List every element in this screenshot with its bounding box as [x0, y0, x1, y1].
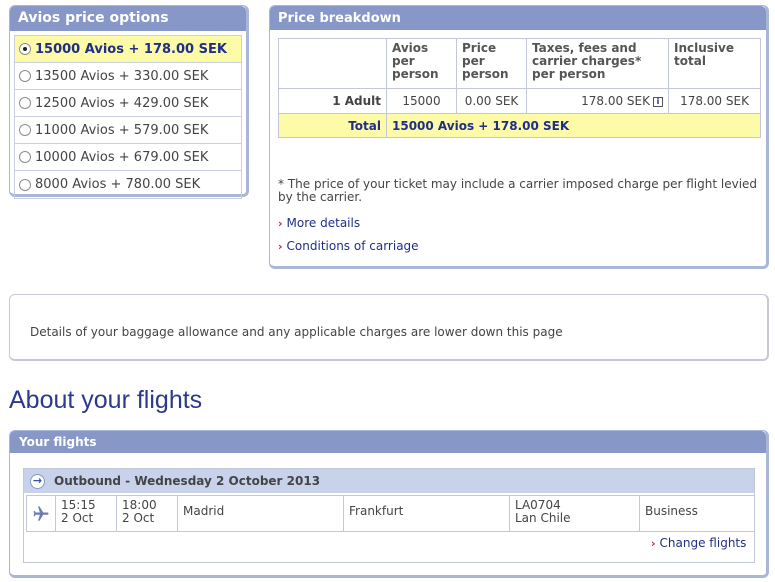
- your-flights-panel: Your flights → Outbound - Wednesday 2 Oc…: [9, 430, 769, 578]
- chevron-right-icon: ›: [278, 240, 283, 253]
- table-header-row: Avios per person Price per person Taxes,…: [278, 38, 761, 89]
- conditions-of-carriage-link[interactable]: › Conditions of carriage: [278, 239, 419, 253]
- origin-city: Madrid: [177, 495, 344, 532]
- passenger-label: 1 Adult: [278, 88, 387, 114]
- empty-header-cell: [278, 38, 387, 89]
- avios-option-1[interactable]: 13500 Avios + 330.00 SEK: [15, 63, 241, 90]
- radio-icon[interactable]: [19, 178, 31, 191]
- departure-date: 2 Oct: [61, 511, 94, 525]
- radio-icon[interactable]: [19, 124, 31, 136]
- arrival-cell: 18:00 2 Oct: [116, 495, 178, 532]
- avios-option-4[interactable]: 10000 Avios + 679.00 SEK: [15, 144, 241, 171]
- header-taxes: Taxes, fees and carrier charges* per per…: [526, 38, 669, 89]
- plane-cell: [26, 495, 56, 532]
- departure-time: 15:15: [61, 498, 96, 512]
- inclusive-total-value: 178.00 SEK: [668, 88, 761, 114]
- total-value: 15000 Avios + 178.00 SEK: [386, 113, 761, 138]
- radio-icon[interactable]: [19, 97, 31, 109]
- avios-price-options-panel: Avios price options 15000 Avios + 178.00…: [9, 5, 249, 199]
- arrow-right-icon: →: [30, 473, 45, 489]
- header-price: Price per person: [456, 38, 527, 89]
- radio-selected-icon[interactable]: [19, 43, 31, 55]
- avios-option-0[interactable]: 15000 Avios + 178.00 SEK: [15, 36, 241, 63]
- taxes-value: 178.00 SEK: [581, 94, 650, 108]
- avios-option-list: 15000 Avios + 178.00 SEK 13500 Avios + 3…: [14, 35, 242, 199]
- total-label: Total: [278, 113, 387, 138]
- price-breakdown-title: Price breakdown: [270, 6, 766, 30]
- carrier-name: Lan Chile: [515, 511, 571, 525]
- avios-option-2[interactable]: 12500 Avios + 429.00 SEK: [15, 90, 241, 117]
- avios-value: 15000: [386, 88, 457, 114]
- arrival-time: 18:00: [122, 498, 157, 512]
- plane-icon: [33, 506, 49, 521]
- destination-city: Frankfurt: [343, 495, 510, 532]
- baggage-notice-text: Details of your baggage allowance and an…: [30, 325, 563, 339]
- your-flights-title: Your flights: [10, 431, 766, 453]
- departure-cell: 15:15 2 Oct: [55, 495, 117, 532]
- avios-panel-title: Avios price options: [10, 6, 246, 31]
- flight-row: 15:15 2 Oct 18:00 2 Oct Madrid Frankfurt L…: [26, 495, 755, 532]
- avios-option-label: 11000 Avios + 579.00 SEK: [35, 122, 209, 138]
- avios-option-label: 8000 Avios + 780.00 SEK: [35, 177, 201, 192]
- flight-number: LA0704: [515, 498, 561, 512]
- carrier-charge-note: * The price of your ticket may include a…: [278, 177, 758, 204]
- header-inclusive-total: Inclusive total: [668, 38, 761, 89]
- info-icon[interactable]: i: [653, 97, 663, 107]
- radio-icon[interactable]: [19, 151, 31, 163]
- radio-icon[interactable]: [19, 70, 31, 82]
- change-flights-label[interactable]: Change flights: [660, 536, 747, 550]
- price-value: 0.00 SEK: [456, 88, 527, 114]
- avios-option-label: 13500 Avios + 330.00 SEK: [35, 68, 209, 84]
- chevron-right-icon: ›: [651, 537, 656, 550]
- avios-option-3[interactable]: 11000 Avios + 579.00 SEK: [15, 117, 241, 144]
- avios-option-label: 10000 Avios + 679.00 SEK: [35, 149, 209, 165]
- page-title: About your flights: [9, 386, 203, 414]
- avios-option-label: 12500 Avios + 429.00 SEK: [35, 95, 209, 111]
- outbound-flight-box: → Outbound - Wednesday 2 October 2013 15…: [23, 468, 755, 563]
- price-breakdown-panel: Price breakdown Avios per person Price p…: [269, 5, 769, 269]
- arrival-date: 2 Oct: [122, 511, 155, 525]
- avios-option-5[interactable]: 8000 Avios + 780.00 SEK: [15, 171, 241, 198]
- taxes-cell: 178.00 SEK i: [526, 88, 669, 114]
- table-row: 1 Adult 15000 0.00 SEK 178.00 SEK i 178.0…: [278, 88, 761, 114]
- outbound-header: → Outbound - Wednesday 2 October 2013: [24, 469, 754, 493]
- more-details-label[interactable]: More details: [287, 216, 361, 230]
- baggage-notice-panel: Details of your baggage allowance and an…: [9, 294, 769, 361]
- price-breakdown-table: Avios per person Price per person Taxes,…: [278, 38, 761, 138]
- total-row: Total 15000 Avios + 178.00 SEK: [278, 113, 761, 138]
- cabin-class: Business: [639, 495, 755, 532]
- outbound-label: Outbound - Wednesday 2 October 2013: [54, 474, 321, 488]
- more-details-link[interactable]: › More details: [278, 216, 360, 230]
- avios-option-label: 15000 Avios + 178.00 SEK: [35, 41, 227, 57]
- chevron-right-icon: ›: [278, 217, 283, 230]
- flight-cell: LA0704 Lan Chile: [509, 495, 640, 532]
- header-avios: Avios per person: [386, 38, 457, 89]
- conditions-label[interactable]: Conditions of carriage: [287, 239, 419, 253]
- change-flights-link[interactable]: › Change flights: [651, 536, 746, 550]
